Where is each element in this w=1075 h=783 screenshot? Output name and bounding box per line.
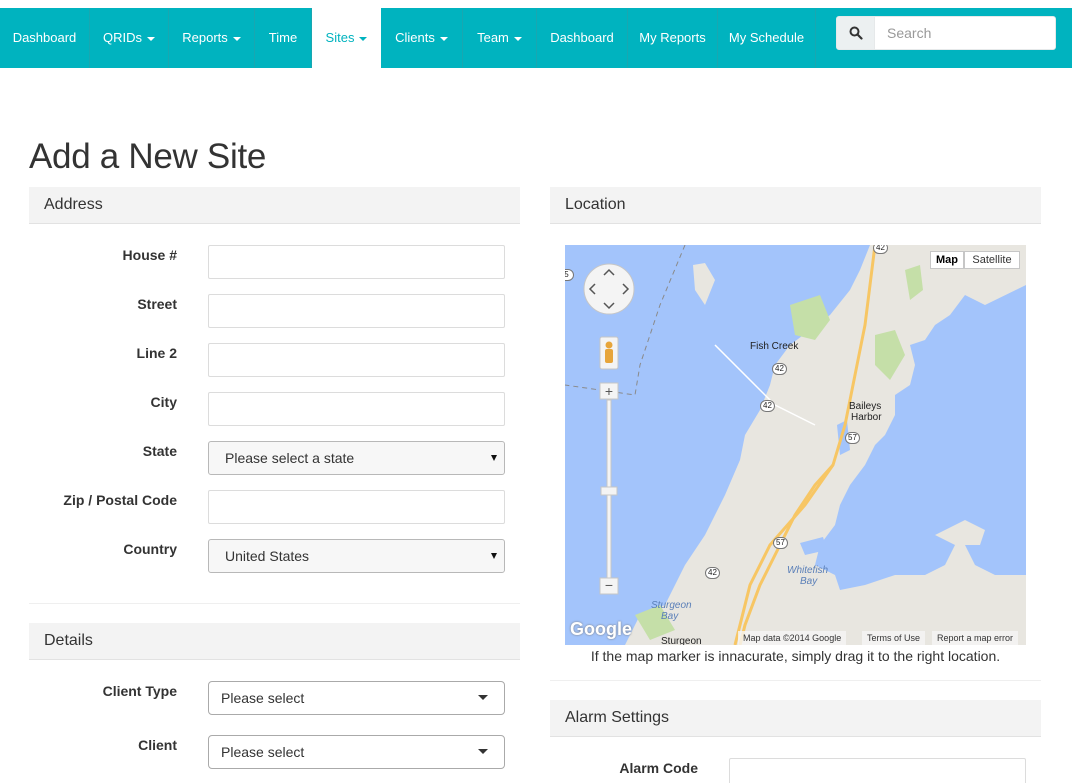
nav-my-reports[interactable]: My Reports [628,8,718,68]
map-report-error-link[interactable]: Report a map error [932,631,1019,645]
dropdown-arrow-icon [478,749,488,754]
street-label: Street [137,296,177,312]
client-type-select[interactable]: Please select [208,681,505,715]
nav-sites-label: Sites [325,30,355,45]
location-panel-divider [550,680,1041,681]
county-boundary [565,245,686,396]
place-sturgeon: Sturgeon [651,600,692,611]
city-field[interactable] [208,392,505,426]
location-panel-heading: Location [550,187,1041,224]
client-type-select-value: Please select [221,690,305,706]
nav-sites[interactable]: Sites [312,8,381,68]
nav-dashboard-label: Dashboard [12,30,77,45]
nav-time-label: Time [268,30,298,45]
client-select[interactable]: Please select [208,735,505,769]
dropdown-arrow-icon [478,695,488,700]
line2-label: Line 2 [136,345,177,361]
nav-my-reports-label: My Reports [639,30,706,45]
details-panel-heading: Details [29,623,520,660]
search-input[interactable] [874,16,1056,50]
place-whitefish: Whitefish [787,565,829,576]
pegman-body [605,349,613,363]
alarm-code-field[interactable] [729,758,1026,783]
client-type-label: Client Type [102,683,177,699]
dropdown-arrow-icon [491,455,497,461]
nav-dashboard-2-label: Dashboard [550,30,614,45]
address-panel-heading: Address [29,187,520,224]
route-shield: 57 [773,537,788,549]
state-label: State [142,443,177,459]
search-button[interactable] [836,16,875,50]
country-select-value: United States [225,548,310,564]
nav-team[interactable]: Team [463,8,537,68]
street-field[interactable] [208,294,505,328]
map-canvas: + − [565,245,1026,645]
client-select-value: Please select [221,744,305,760]
chevron-down-icon [439,36,448,41]
nav-qrids[interactable]: QRIDs [90,8,169,68]
nav-clients-label: Clients [395,30,435,45]
location-map[interactable]: + − Map Satellite Fish Creek Baileys Har… [565,245,1026,645]
house-number-label: House # [122,247,177,263]
dropdown-arrow-icon [491,553,497,559]
nav-clients[interactable]: Clients [381,8,463,68]
address-panel-divider [29,603,520,604]
nav-team-label: Team [477,30,509,45]
map-terms-link[interactable]: Terms of Use [862,631,926,645]
pan-control [583,263,635,315]
place-sturgeon-city: Sturgeon [661,636,702,645]
country-select[interactable]: United States [208,539,505,573]
nav-qrids-label: QRIDs [103,30,142,45]
place-baileys: Baileys [849,401,882,412]
chevron-down-icon [147,36,155,41]
chevron-down-icon [232,36,241,41]
page-title: Add a New Site [29,137,267,176]
alarm-code-label: Alarm Code [619,760,698,776]
alarm-panel-heading: Alarm Settings [550,700,1041,737]
top-navbar: Dashboard QRIDs Reports Time Sites Clien… [0,8,1072,68]
map-marker-help-text: If the map marker is innacurate, simply … [590,648,1001,664]
client-label: Client [138,737,177,753]
nav-reports-label: Reports [182,30,228,45]
zip-field[interactable] [208,490,505,524]
map-type-map-button[interactable]: Map [930,251,964,269]
nav-time[interactable]: Time [255,8,312,68]
state-select-value: Please select a state [225,450,355,466]
nav-my-schedule[interactable]: My Schedule [718,8,816,68]
route-shield: 42 [760,400,775,412]
nav-dashboard[interactable]: Dashboard [0,8,90,68]
route-shield: 57 [845,432,860,444]
search-icon [849,26,863,40]
house-number-field[interactable] [208,245,505,279]
route-shield: 42 [772,363,787,375]
google-logo: Google [570,619,632,639]
zoom-in-glyph: + [605,383,613,399]
nav-dashboard-2[interactable]: Dashboard [537,8,628,68]
place-harbor: Harbor [851,412,882,423]
chevron-down-icon [513,36,522,41]
island-shape [693,263,715,305]
search-group [836,16,1056,50]
place-whitefish-bay: Bay [800,576,818,587]
route-shield: 42 [873,245,888,254]
map-type-satellite-button[interactable]: Satellite [964,251,1020,269]
route-shield: 42 [705,567,720,579]
map-attribution: Map data ©2014 Google [738,631,847,645]
peninsula-land [625,245,1026,645]
state-select[interactable]: Please select a state [208,441,505,475]
zoom-handle [600,486,618,496]
place-sturgeon-bay: Bay [661,611,679,622]
line2-field[interactable] [208,343,505,377]
pegman-head [605,341,613,349]
island-shape [935,520,985,545]
zoom-out-glyph: − [605,577,613,593]
city-label: City [150,394,177,410]
country-label: Country [123,541,177,557]
zip-label: Zip / Postal Code [63,492,177,508]
nav-my-schedule-label: My Schedule [728,30,805,45]
nav-reports[interactable]: Reports [169,8,255,68]
chevron-down-icon [359,36,368,41]
place-fish-creek: Fish Creek [750,341,799,352]
